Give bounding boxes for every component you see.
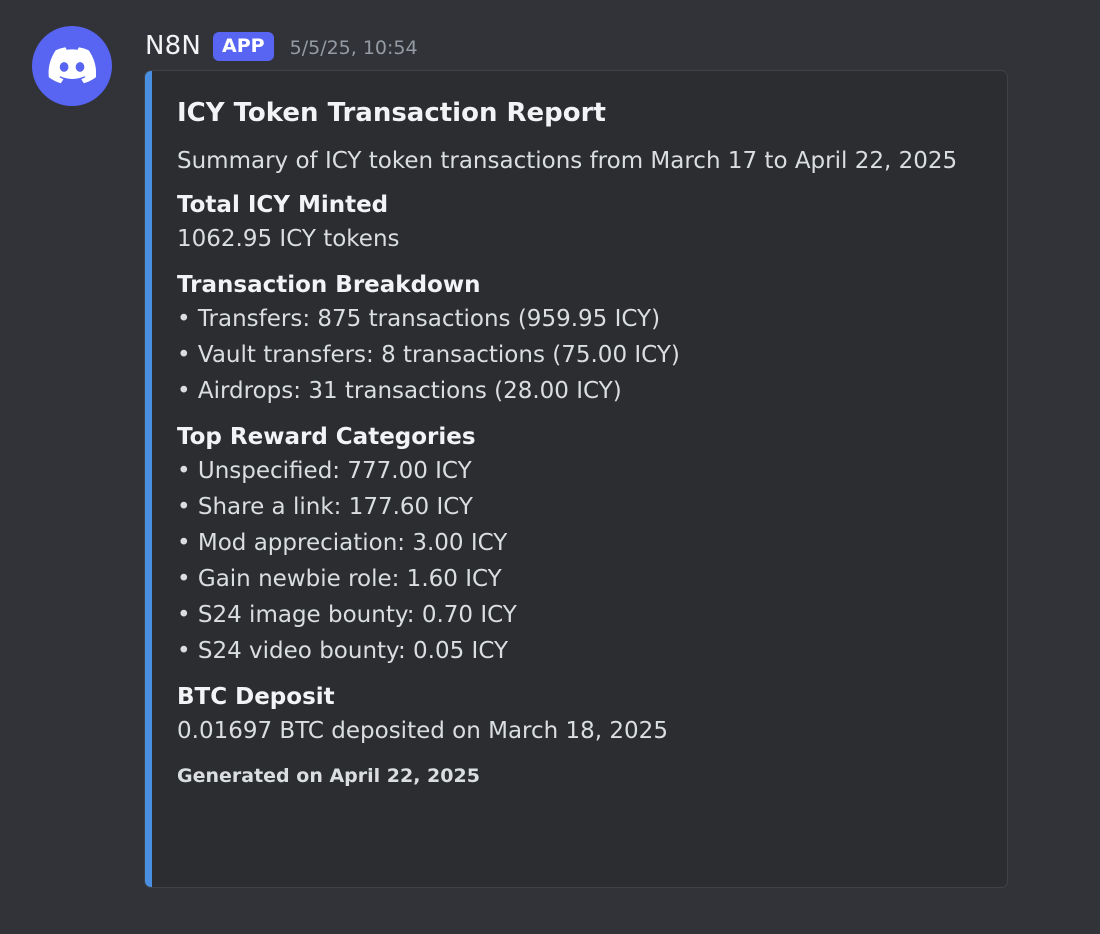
field-line: 1062.95 ICY tokens xyxy=(177,226,400,252)
embed-field-total-minted: Total ICY Minted 1062.95 ICY tokens xyxy=(177,189,987,257)
discord-logo-icon xyxy=(48,47,96,84)
field-name: Top Reward Categories xyxy=(177,424,476,450)
field-line: • Vault transfers: 8 transactions (75.00… xyxy=(177,342,680,368)
field-line: • Gain newbie role: 1.60 ICY xyxy=(177,566,502,592)
field-line: • Share a link: 177.60 ICY xyxy=(177,494,473,520)
embed-field-top-reward-categories: Top Reward Categories • Unspecified: 777… xyxy=(177,421,987,669)
embed-accent-bar xyxy=(145,71,152,887)
field-value: • Transfers: 875 transactions (959.95 IC… xyxy=(177,301,987,409)
avatar[interactable] xyxy=(32,26,112,106)
field-name: BTC Deposit xyxy=(177,684,335,710)
embed-field-transaction-breakdown: Transaction Breakdown • Transfers: 875 t… xyxy=(177,269,987,409)
chat-message: N8N APP 5/5/25, 10:54 ICY Token Transact… xyxy=(0,0,1100,934)
app-badge: APP xyxy=(213,31,274,61)
username[interactable]: N8N xyxy=(145,31,201,61)
field-line: • S24 video bounty: 0.05 ICY xyxy=(177,638,509,664)
field-line: • S24 image bounty: 0.70 ICY xyxy=(177,602,517,628)
message-header: N8N APP 5/5/25, 10:54 xyxy=(145,28,418,64)
field-name: Transaction Breakdown xyxy=(177,272,481,298)
field-line: 0.01697 BTC deposited on March 18, 2025 xyxy=(177,718,668,744)
field-value: • Unspecified: 777.00 ICY • Share a link… xyxy=(177,453,987,669)
field-value: 1062.95 ICY tokens xyxy=(177,221,987,257)
embed-field-btc-deposit: BTC Deposit 0.01697 BTC deposited on Mar… xyxy=(177,681,987,749)
field-line: • Mod appreciation: 3.00 ICY xyxy=(177,530,508,556)
embed-card: ICY Token Transaction Report Summary of … xyxy=(144,70,1008,888)
timestamp[interactable]: 5/5/25, 10:54 xyxy=(290,37,418,59)
embed-footer: Generated on April 22, 2025 xyxy=(177,765,480,787)
field-line: • Transfers: 875 transactions (959.95 IC… xyxy=(177,306,661,332)
field-line: • Unspecified: 777.00 ICY xyxy=(177,458,472,484)
field-name: Total ICY Minted xyxy=(177,192,389,218)
field-line: • Airdrops: 31 transactions (28.00 ICY) xyxy=(177,378,622,404)
embed-description: Summary of ICY token transactions from M… xyxy=(177,148,958,174)
field-value: 0.01697 BTC deposited on March 18, 2025 xyxy=(177,713,987,749)
embed-title: ICY Token Transaction Report xyxy=(177,98,606,128)
embed-body: ICY Token Transaction Report Summary of … xyxy=(177,93,987,789)
